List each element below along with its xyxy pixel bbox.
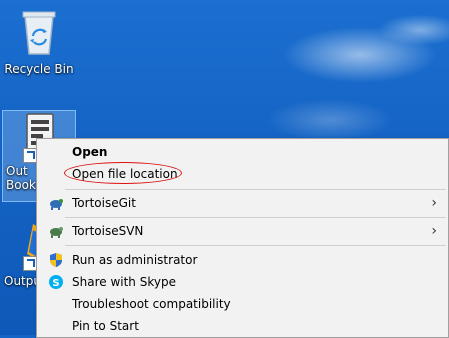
annotation-ellipse bbox=[64, 162, 182, 184]
menu-item-label: Troubleshoot compatibility bbox=[72, 297, 231, 311]
menu-item-label: TortoiseSVN bbox=[72, 224, 144, 238]
menu-item-run-as-administrator[interactable]: Run as administrator bbox=[38, 249, 447, 271]
recycle-bin-label: Recycle Bin bbox=[4, 62, 74, 76]
menu-item-label: Share with Skype bbox=[72, 275, 176, 289]
menu-separator bbox=[65, 245, 446, 246]
submenu-chevron-icon: › bbox=[431, 195, 437, 211]
svg-text:S: S bbox=[52, 278, 59, 289]
skype-icon: S bbox=[48, 274, 64, 290]
menu-item-share-with-skype[interactable]: S Share with Skype bbox=[38, 271, 447, 293]
tortoisegit-icon bbox=[48, 195, 64, 211]
uac-shield-icon bbox=[48, 252, 64, 268]
menu-item-label: Run as administrator bbox=[72, 253, 198, 267]
menu-item-open[interactable]: Open bbox=[38, 141, 447, 163]
menu-separator bbox=[65, 217, 446, 218]
menu-item-tortoisesvn[interactable]: TortoiseSVN › bbox=[38, 220, 447, 242]
menu-item-troubleshoot-compatibility[interactable]: Troubleshoot compatibility bbox=[38, 293, 447, 315]
menu-item-label: Pin to Start bbox=[72, 319, 139, 333]
recycle-bin-shortcut[interactable]: Recycle Bin bbox=[2, 6, 76, 76]
menu-separator bbox=[65, 189, 446, 190]
submenu-chevron-icon: › bbox=[431, 223, 437, 239]
tortoisesvn-icon bbox=[48, 223, 64, 239]
menu-item-pin-to-start[interactable]: Pin to Start bbox=[38, 315, 447, 337]
recycle-bin-icon bbox=[19, 6, 59, 56]
menu-item-tortoisegit[interactable]: TortoiseGit › bbox=[38, 192, 447, 214]
menu-item-label: Open bbox=[72, 145, 108, 159]
menu-item-label: TortoiseGit bbox=[72, 196, 136, 210]
